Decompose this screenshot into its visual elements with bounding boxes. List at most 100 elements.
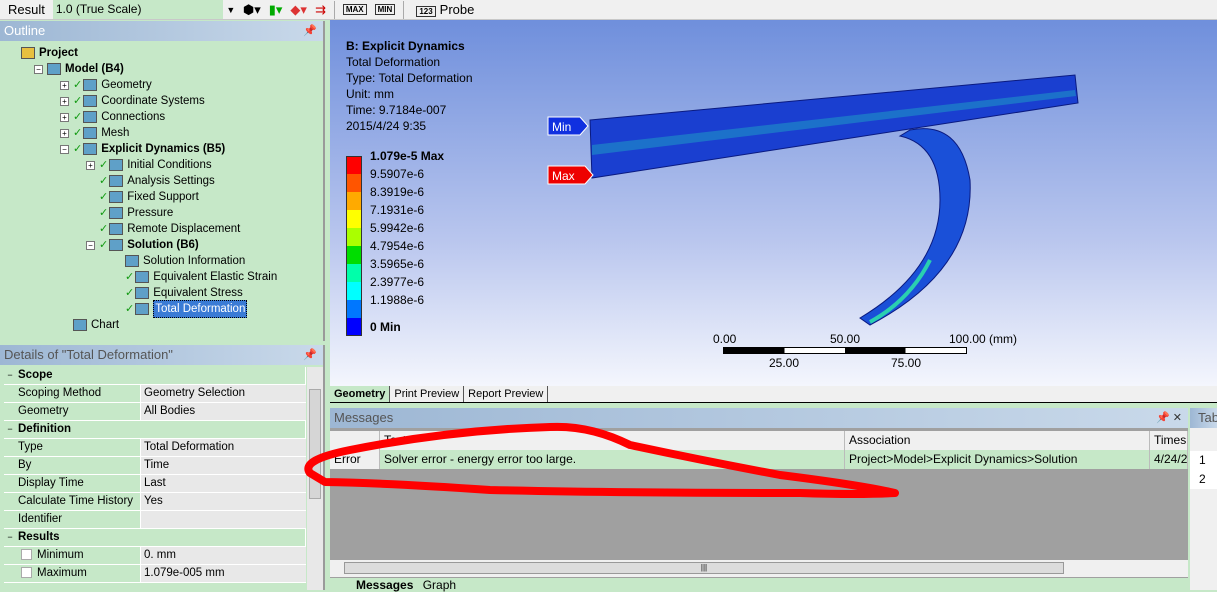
tab-geometry[interactable]: Geometry bbox=[330, 386, 391, 402]
details-value[interactable]: 0. mm bbox=[141, 547, 306, 564]
probe-button[interactable]: 123 Probe bbox=[412, 2, 474, 17]
details-key-text: By bbox=[18, 459, 32, 471]
legend-swatch bbox=[346, 246, 362, 264]
tree-item[interactable]: + ✓ Connections bbox=[60, 109, 165, 125]
parameter-checkbox[interactable] bbox=[21, 549, 32, 560]
details-section[interactable]: − Definition bbox=[4, 421, 306, 439]
details-value[interactable]: Time bbox=[141, 457, 306, 474]
tabular-row[interactable]: 2 bbox=[1190, 470, 1217, 489]
toolbar-separator bbox=[403, 0, 405, 19]
details-value[interactable] bbox=[141, 511, 306, 528]
expand-icon[interactable]: + bbox=[86, 160, 95, 170]
tree-item[interactable]: Project bbox=[8, 45, 78, 61]
pin-close-icons[interactable]: 📌 ✕ bbox=[1156, 408, 1182, 428]
collapse-icon[interactable]: − bbox=[4, 529, 16, 546]
geometry-display-icon[interactable]: ⬢▾ bbox=[243, 2, 261, 18]
tree-item[interactable]: Solution Information bbox=[112, 253, 245, 269]
tree-item[interactable]: − ✓ Solution (B6) bbox=[86, 237, 199, 253]
pin-icon[interactable]: 📌 bbox=[303, 345, 317, 365]
tree-item[interactable]: ✓ Analysis Settings bbox=[86, 173, 215, 189]
details-key-text: Definition bbox=[18, 423, 72, 435]
details-section[interactable]: − Scope bbox=[4, 367, 306, 385]
tree-item-label: Connections bbox=[101, 111, 166, 123]
parameter-checkbox[interactable] bbox=[21, 567, 32, 578]
details-row[interactable]: Maximum 1.079e-005 mm bbox=[4, 565, 306, 583]
expand-icon[interactable]: + bbox=[60, 96, 69, 106]
column-header-timestamp[interactable]: Times bbox=[1150, 431, 1188, 450]
details-row[interactable]: Display Time Last bbox=[4, 475, 306, 493]
tree-item[interactable]: ✓ Equivalent Elastic Strain bbox=[112, 269, 277, 285]
tree-item[interactable]: − Model (B4) bbox=[34, 61, 124, 77]
collapse-icon[interactable]: − bbox=[60, 144, 69, 154]
tabular-row[interactable]: 1 bbox=[1190, 451, 1217, 470]
vector-arrows-icon[interactable]: ⇉ bbox=[315, 2, 326, 18]
check-icon: ✓ bbox=[99, 223, 109, 235]
details-row[interactable]: Identifier bbox=[4, 511, 306, 529]
tree-item[interactable]: + ✓ Geometry bbox=[60, 77, 152, 93]
tree-item-label: Model (B4) bbox=[65, 63, 124, 75]
tree-item[interactable]: ✓ Remote Displacement bbox=[86, 221, 240, 237]
expand-icon[interactable]: + bbox=[60, 80, 69, 90]
details-key: Identifier bbox=[16, 511, 141, 528]
details-value[interactable]: 1.079e-005 mm bbox=[141, 565, 306, 582]
details-row[interactable]: Type Total Deformation bbox=[4, 439, 306, 457]
row-gutter bbox=[4, 493, 16, 510]
messages-hscrollbar[interactable]: ||| bbox=[330, 560, 1188, 577]
details-row[interactable]: By Time bbox=[4, 457, 306, 475]
collapse-icon[interactable]: − bbox=[34, 64, 43, 74]
tree-item[interactable]: + ✓ Coordinate Systems bbox=[60, 93, 205, 109]
toolbar: Result 1.0 (True Scale) ▼ ⬢▾ ▮▾ ◆▾ ⇉ MAX… bbox=[0, 0, 1217, 20]
collapse-icon[interactable]: − bbox=[4, 421, 16, 438]
outline-header: Outline 📌 bbox=[0, 21, 323, 41]
details-key-text: Scoping Method bbox=[18, 387, 102, 399]
tree-item[interactable]: ✓ Total Deformation bbox=[112, 300, 248, 318]
details-row[interactable]: Scoping Method Geometry Selection bbox=[4, 385, 306, 403]
details-value[interactable]: Yes bbox=[141, 493, 306, 510]
tree-item-label: Mesh bbox=[101, 127, 130, 139]
details-key: By bbox=[16, 457, 141, 474]
tabular-data-panel: Tab 1 2 bbox=[1190, 408, 1217, 590]
tab-print-preview[interactable]: Print Preview bbox=[390, 386, 465, 402]
details-row[interactable]: Minimum 0. mm bbox=[4, 547, 306, 565]
tabular-title: Tab bbox=[1190, 408, 1217, 428]
details-key-text: Identifier bbox=[18, 513, 63, 525]
tree-node-icon bbox=[83, 143, 98, 155]
message-timestamp: 4/24/2 bbox=[1150, 450, 1188, 469]
tab-report-preview[interactable]: Report Preview bbox=[464, 386, 549, 402]
expand-icon[interactable]: + bbox=[60, 128, 69, 138]
analysis-title: B: Explicit Dynamics bbox=[346, 39, 465, 53]
tree-item[interactable]: + ✓ Initial Conditions bbox=[86, 157, 212, 173]
collapse-icon[interactable]: − bbox=[4, 367, 16, 384]
scale-select[interactable]: 1.0 (True Scale) bbox=[52, 0, 223, 19]
tree-item[interactable]: ✓ Fixed Support bbox=[86, 189, 199, 205]
edge-display-icon[interactable]: ◆▾ bbox=[290, 2, 307, 18]
info-line: Unit: mm bbox=[346, 87, 394, 101]
expand-icon[interactable]: + bbox=[60, 112, 69, 122]
details-row[interactable]: Calculate Time History Yes bbox=[4, 493, 306, 511]
pin-icon[interactable]: 📌 bbox=[303, 21, 317, 41]
check-icon: ✓ bbox=[99, 159, 109, 171]
scale-dropdown-arrow[interactable]: ▼ bbox=[223, 5, 239, 15]
contour-bands-icon[interactable]: ▮▾ bbox=[269, 2, 283, 18]
max-button[interactable]: MAX bbox=[342, 4, 367, 15]
graphics-viewport[interactable]: B: Explicit Dynamics Total Deformation T… bbox=[330, 20, 1217, 386]
tree-node-icon bbox=[109, 175, 124, 187]
details-value[interactable]: All Bodies bbox=[141, 403, 306, 420]
tree-item[interactable]: ✓ Equivalent Stress bbox=[112, 285, 243, 301]
details-value[interactable]: Geometry Selection bbox=[141, 385, 306, 402]
tree-node-icon bbox=[109, 159, 124, 171]
details-section[interactable]: − Results bbox=[4, 529, 306, 547]
min-marker: Min bbox=[547, 116, 589, 136]
row-gutter bbox=[4, 547, 16, 564]
tree-item[interactable]: ✓ Pressure bbox=[86, 205, 173, 221]
details-key-text: Calculate Time History bbox=[18, 495, 134, 507]
tree-item[interactable]: Chart bbox=[60, 317, 119, 333]
details-value[interactable]: Total Deformation bbox=[141, 439, 306, 456]
tree-item[interactable]: + ✓ Mesh bbox=[60, 125, 129, 141]
min-button[interactable]: MIN bbox=[374, 4, 396, 15]
details-row[interactable]: Geometry All Bodies bbox=[4, 403, 306, 421]
details-value[interactable]: Last bbox=[141, 475, 306, 492]
tree-item[interactable]: − ✓ Explicit Dynamics (B5) bbox=[60, 141, 225, 157]
check-icon: ✓ bbox=[73, 111, 83, 123]
collapse-icon[interactable]: − bbox=[86, 240, 95, 250]
